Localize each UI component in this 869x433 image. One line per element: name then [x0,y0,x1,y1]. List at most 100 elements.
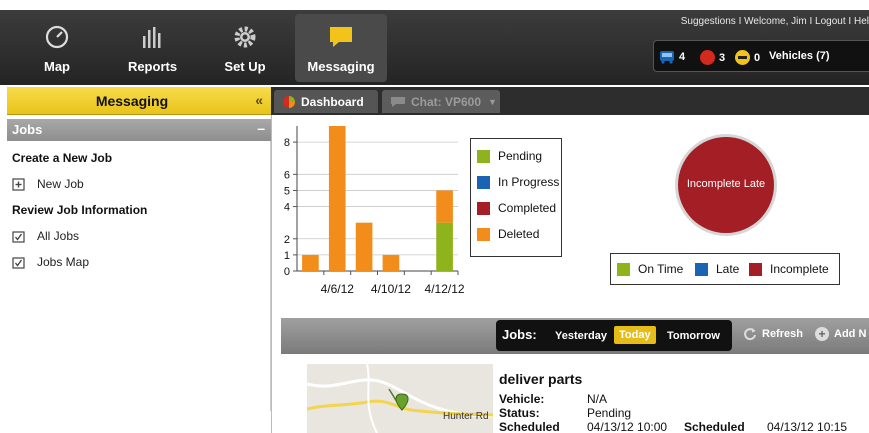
status-value: Pending [587,406,632,420]
vehicle-status-panel[interactable]: 4 3 0 Vehicles (7) [653,40,869,72]
moving-count: 4 [679,51,686,63]
scheduled-start-label: Scheduled [499,420,560,433]
gear-icon [234,26,256,48]
legend-item-deleted: Deleted [477,227,539,241]
jobs-map-link[interactable]: Jobs Map [12,255,89,269]
scheduled-end-label: Scheduled [684,420,745,433]
all-jobs-label: All Jobs [37,229,80,243]
collapse-sidebar-button[interactable]: « [255,92,263,108]
all-jobs-link[interactable]: All Jobs [12,229,79,243]
bar [382,254,400,271]
legend-item-incomplete: Incomplete [749,262,829,276]
legend-swatch [477,149,490,163]
gauge-icon [45,25,69,49]
legend-item-pending: Pending [477,149,542,163]
bus-icon [660,51,674,64]
chevron-down-icon[interactable]: ▼ [488,97,497,107]
vehicle-label: Vehicle: [499,392,545,406]
legend-item-in-progress: In Progress [477,175,559,189]
legend-label: On Time [638,262,684,276]
new-job-label: New Job [37,177,84,191]
nav-map-label: Map [44,59,70,74]
stopped-count: 3 [719,51,726,64]
section-review-heading: Review Job Information [12,203,148,217]
jobs-day-filter: Jobs: Yesterday Today Tomorrow [496,320,732,351]
chat-bubble-icon [330,27,352,47]
legend-label: Deleted [498,227,540,241]
filter-tomorrow[interactable]: Tomorrow [662,327,725,345]
top-links[interactable]: Suggestions I Welcome, Jim I Logout I He… [681,16,869,27]
collapse-panel-button[interactable]: – [257,120,265,136]
y-tick-label: 8 [284,137,290,149]
refresh-button[interactable]: Refresh [743,327,803,341]
filter-today[interactable]: Today [614,326,656,344]
jobs-panel: Create a New Job New Job Review Job Info… [7,141,271,411]
jobs-panel-title: Jobs [12,122,43,137]
top-nav-bar: Map Reports Set Up Messaging Suggestions… [0,10,869,85]
stopped-icon [700,50,715,65]
y-tick-label: 4 [284,202,290,214]
legend-item-completed: Completed [477,201,556,215]
legend-label: Pending [498,149,543,163]
legend-item-late: Late [695,262,739,276]
tab-chat-label: Chat: VP600 [411,94,482,109]
sidebar-header: Messaging « [7,87,271,115]
legend-label: Completed [498,201,557,215]
chat-flag-icon [391,96,405,107]
legend-item-on-time: On Time [617,262,683,276]
section-create-heading: Create a New Job [12,151,113,165]
bar [355,222,373,271]
bar [436,222,453,271]
add-job-button[interactable]: + Add N [815,327,866,341]
y-tick-label: 6 [284,169,290,181]
bar-chart-legend: Pending In Progress Completed Deleted [470,138,562,257]
job-title[interactable]: deliver parts [499,371,582,387]
legend-label: Late [716,262,740,276]
x-tick-label: 4/6/12 [321,282,355,296]
vehicles-link[interactable]: Vehicles (7) [769,50,830,62]
legend-swatch [695,262,708,276]
new-job-link[interactable]: New Job [12,177,84,191]
refresh-icon [744,328,756,341]
jobs-panel-header[interactable]: Jobs – [7,119,271,141]
y-tick-label: 1 [284,250,290,262]
plus-icon: + [815,327,829,341]
sidebar-title: Messaging [95,93,169,109]
legend-label: Incomplete [770,262,829,276]
nav-reports-label: Reports [127,59,178,74]
nav-setup-button[interactable]: Set Up [210,14,280,82]
map-road-label: Hunter Rd [443,411,489,422]
y-tick-label: 0 [284,266,290,278]
legend-swatch [477,227,490,241]
legend-swatch [749,262,762,276]
filter-yesterday[interactable]: Yesterday [550,327,612,345]
jobs-filter-label: Jobs: [502,327,537,342]
x-tick-label: 4/10/12 [371,282,411,296]
legend-swatch [477,201,490,215]
idle-icon [735,50,750,65]
jobs-bar-chart: 0 1 2 4 5 6 8 4/6/12 4/10/12 4/12/12 [284,126,465,296]
tab-dashboard[interactable]: Dashboard [274,90,378,113]
job-map-thumbnail[interactable]: Hunter Rd [307,364,493,433]
pie-chart-legend: On Time Late Incomplete [610,253,840,285]
nav-messaging-button[interactable]: Messaging [295,14,387,82]
checklist-icon [12,230,25,243]
app-window: Map Reports Set Up Messaging Suggestions… [0,0,869,433]
x-tick-label: 4/12/12 [425,282,465,296]
y-tick-label: 2 [284,234,290,246]
refresh-label: Refresh [762,328,803,340]
nav-map-button[interactable]: Map [22,14,92,82]
add-doc-icon [12,177,25,191]
jobs-map-label: Jobs Map [37,255,90,269]
pie-icon [283,95,295,108]
nav-reports-button[interactable]: Reports [115,14,190,82]
status-label: Status: [499,406,540,420]
pie-slice-label: Incomplete Late [686,178,766,190]
add-job-label: Add N [834,328,867,340]
tab-dashboard-label: Dashboard [301,94,364,109]
nav-messaging-label: Messaging [307,59,375,74]
tabs-bar: Dashboard Chat: VP600 ▼ [271,87,869,115]
vehicle-value: N/A [587,392,608,406]
map-roads [307,364,493,433]
tab-chat[interactable]: Chat: VP600 ▼ [382,90,500,113]
